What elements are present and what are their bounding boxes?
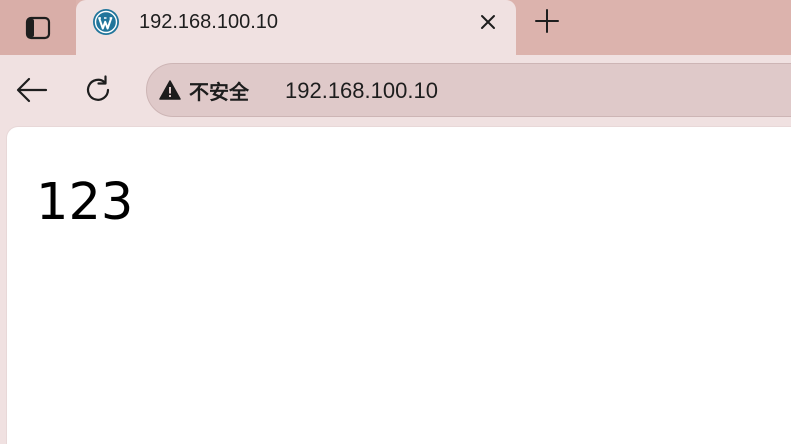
reload-icon [86, 75, 110, 101]
security-indicator[interactable]: 不安全 [159, 75, 249, 105]
close-icon [481, 15, 495, 29]
tab-actions-icon [25, 16, 51, 39]
tab-strip: 192.168.100.10 [0, 0, 791, 55]
active-tab[interactable]: 192.168.100.10 [76, 0, 516, 55]
tab-close-button[interactable] [476, 10, 500, 34]
plus-icon [535, 9, 559, 33]
back-arrow-icon [16, 77, 48, 103]
warning-icon [159, 80, 181, 100]
wordpress-icon [93, 9, 119, 35]
reload-button[interactable] [80, 72, 116, 108]
address-bar[interactable]: 不安全 192.168.100.10 [146, 63, 791, 117]
page-viewport: 123 [6, 126, 791, 444]
back-button[interactable] [14, 72, 50, 108]
page-body-text: 123 [36, 173, 134, 232]
tab-actions-button[interactable] [0, 0, 76, 55]
security-label: 不安全 [189, 81, 249, 104]
new-tab-button[interactable] [530, 4, 564, 38]
tab-title: 192.168.100.10 [139, 11, 279, 33]
url-text[interactable]: 192.168.100.10 [285, 78, 438, 104]
toolbar: 不安全 192.168.100.10 [0, 55, 791, 125]
browser-window: 192.168.100.10 不安全 192.168.100.10 123 [0, 0, 791, 444]
